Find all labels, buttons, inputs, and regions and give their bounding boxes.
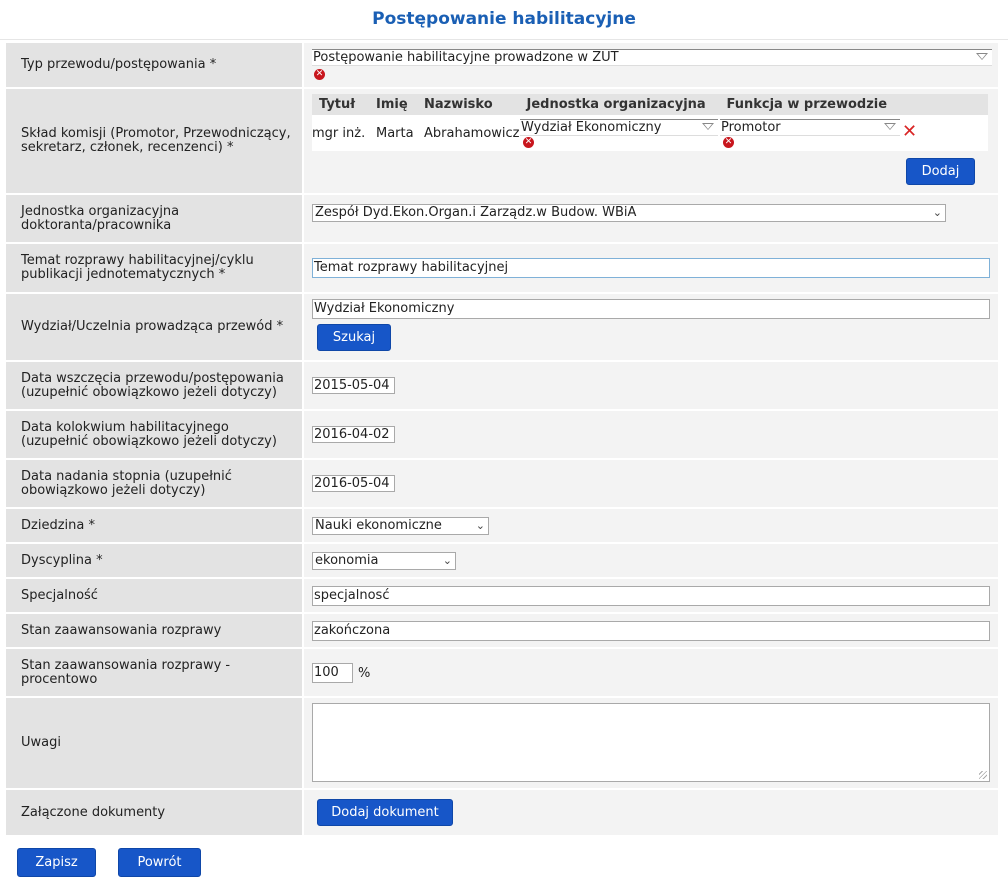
title-divider xyxy=(0,39,1008,40)
chevron-down-icon[interactable]: ⌄ xyxy=(476,518,485,534)
remove-member-icon[interactable]: ✕ xyxy=(902,123,917,141)
row-dyscyplina: Dyscyplina * ekonomia ⌄ xyxy=(6,544,998,577)
label-komisja: Skład komisji (Promotor, Przewodniczący,… xyxy=(6,89,302,193)
save-button[interactable]: Zapisz xyxy=(17,848,96,877)
row-stan: Stan zaawansowania rozprawy zakończona xyxy=(6,614,998,647)
label-data-kolokwium: Data kolokwium habilitacyjnego (uzupełni… xyxy=(6,411,302,458)
data-nadania-input[interactable]: 2016-05-04 xyxy=(312,475,395,492)
error-icon: ✕ xyxy=(314,69,325,80)
row-wydzial: Wydział/Uczelnia prowadząca przewód * Wy… xyxy=(6,294,998,360)
row-komisja: Skład komisji (Promotor, Przewodniczący,… xyxy=(6,89,998,193)
value-jednostka: Zespół Dyd.Ekon.Organ.i Zarządz.w Budow.… xyxy=(304,195,998,242)
label-dyscyplina: Dyscyplina * xyxy=(6,544,302,577)
label-stan-procent: Stan zaawansowania rozprawy - procentowo xyxy=(6,649,302,696)
row-data-wszczecia: Data wszczęcia przewodu/postępowania (uz… xyxy=(6,362,998,409)
row-dokumenty: Załączone dokumenty Dodaj dokument xyxy=(6,790,998,835)
label-data-nadania: Data nadania stopnia (uzupełnić obowiązk… xyxy=(6,460,302,507)
add-member-button[interactable]: Dodaj xyxy=(906,158,975,185)
label-dziedzina: Dziedzina * xyxy=(6,509,302,542)
jednostka-org-value: Zespół Dyd.Ekon.Organ.i Zarządz.w Budow.… xyxy=(315,205,637,220)
value-data-kolokwium: 2016-04-02 xyxy=(304,411,998,458)
label-stan: Stan zaawansowania rozprawy xyxy=(6,614,302,647)
label-wydzial: Wydział/Uczelnia prowadząca przewód * xyxy=(6,294,302,360)
chevron-down-icon[interactable] xyxy=(884,123,896,130)
row-stan-procent: Stan zaawansowania rozprawy - procentowo… xyxy=(6,649,998,696)
label-dokumenty: Załączone dokumenty xyxy=(6,790,302,835)
jednostka-org-select[interactable]: Zespół Dyd.Ekon.Organ.i Zarządz.w Budow.… xyxy=(312,204,946,222)
data-wszczecia-input[interactable]: 2015-05-04 xyxy=(312,377,395,394)
value-temat: Temat rozprawy habilitacyjnej xyxy=(304,244,998,292)
data-kolokwium-input[interactable]: 2016-04-02 xyxy=(312,426,395,443)
label-typ: Typ przewodu/postępowania * xyxy=(6,43,302,87)
col-tytul: Tytuł xyxy=(312,94,369,115)
chevron-down-icon[interactable] xyxy=(702,123,714,130)
jednostka-select[interactable]: Wydział Ekonomiczny xyxy=(520,119,718,136)
percent-unit: % xyxy=(358,666,371,681)
cell-imie: Marta xyxy=(376,125,414,141)
value-dokumenty: Dodaj dokument xyxy=(304,790,998,835)
value-uwagi xyxy=(304,698,998,788)
specjalnosc-input[interactable]: specjalnosć xyxy=(312,586,990,606)
stan-procent-input[interactable]: 100 xyxy=(312,663,353,683)
label-uwagi: Uwagi xyxy=(6,698,302,788)
temat-input[interactable]: Temat rozprawy habilitacyjnej xyxy=(312,258,990,278)
funkcja-select[interactable]: Promotor xyxy=(720,119,900,136)
dziedzina-value: Nauki ekonomiczne xyxy=(315,518,442,533)
jednostka-select-value: Wydział Ekonomiczny xyxy=(521,120,662,135)
value-typ: Postępowanie habilitacyjne prowadzone w … xyxy=(304,43,998,87)
col-nazwisko: Nazwisko xyxy=(417,94,520,115)
cell-nazwisko: Abrahamowicz xyxy=(424,125,520,141)
label-temat: Temat rozprawy habilitacyjnej/cyklu publ… xyxy=(6,244,302,292)
dziedzina-select[interactable]: Nauki ekonomiczne ⌄ xyxy=(312,517,489,535)
chevron-down-icon[interactable]: ⌄ xyxy=(443,553,452,569)
row-data-nadania: Data nadania stopnia (uzupełnić obowiązk… xyxy=(6,460,998,507)
row-uwagi: Uwagi xyxy=(6,698,998,788)
col-funkcja: Funkcja w przewodzie xyxy=(719,94,901,115)
uwagi-textarea[interactable] xyxy=(312,703,990,782)
chevron-down-icon[interactable]: ⌄ xyxy=(933,205,942,221)
row-jednostka: Jednostka organizacyjna doktoranta/praco… xyxy=(6,195,998,242)
value-dyscyplina: ekonomia ⌄ xyxy=(304,544,998,577)
wydzial-input[interactable]: Wydział Ekonomiczny xyxy=(312,299,990,319)
row-dziedzina: Dziedzina * Nauki ekonomiczne ⌄ xyxy=(6,509,998,542)
komisja-header-row: Tytuł Imię Nazwisko Jednostka organizacy… xyxy=(312,94,988,115)
value-wydzial: Wydział Ekonomiczny Szukaj xyxy=(304,294,998,360)
error-icon: ✕ xyxy=(523,137,534,148)
add-document-button[interactable]: Dodaj dokument xyxy=(317,799,453,826)
value-stan: zakończona xyxy=(304,614,998,647)
stan-input[interactable]: zakończona xyxy=(312,621,990,641)
col-jednostka: Jednostka organizacyjna xyxy=(519,94,720,115)
value-specjalnosc: specjalnosć xyxy=(304,579,998,612)
search-button[interactable]: Szukaj xyxy=(317,324,391,351)
dyscyplina-value: ekonomia xyxy=(315,553,379,568)
resize-grip-icon[interactable] xyxy=(979,771,987,779)
row-typ: Typ przewodu/postępowania * Postępowanie… xyxy=(6,43,998,87)
row-temat: Temat rozprawy habilitacyjnej/cyklu publ… xyxy=(6,244,998,292)
col-imie: Imię xyxy=(369,94,417,115)
cell-tytul: mgr inż. xyxy=(312,125,366,141)
value-stan-procent: 100 % xyxy=(304,649,998,696)
dyscyplina-select[interactable]: ekonomia ⌄ xyxy=(312,552,456,570)
row-data-kolokwium: Data kolokwium habilitacyjnego (uzupełni… xyxy=(6,411,998,458)
page-title: Postępowanie habilitacyjne xyxy=(372,9,636,29)
value-data-wszczecia: 2015-05-04 xyxy=(304,362,998,409)
typ-select[interactable]: Postępowanie habilitacyjne prowadzone w … xyxy=(312,49,992,66)
value-data-nadania: 2016-05-04 xyxy=(304,460,998,507)
funkcja-select-value: Promotor xyxy=(721,120,781,135)
typ-select-value: Postępowanie habilitacyjne prowadzone w … xyxy=(313,50,619,65)
error-icon: ✕ xyxy=(723,137,734,148)
col-actions xyxy=(900,94,988,115)
back-button[interactable]: Powrót xyxy=(118,848,201,877)
value-dziedzina: Nauki ekonomiczne ⌄ xyxy=(304,509,998,542)
label-specjalnosc: Specjalność xyxy=(6,579,302,612)
row-specjalnosc: Specjalność specjalnosć xyxy=(6,579,998,612)
chevron-down-icon[interactable] xyxy=(976,53,988,60)
label-data-wszczecia: Data wszczęcia przewodu/postępowania (uz… xyxy=(6,362,302,409)
label-jednostka: Jednostka organizacyjna doktoranta/praco… xyxy=(6,195,302,242)
value-komisja: Tytuł Imię Nazwisko Jednostka organizacy… xyxy=(304,89,998,193)
